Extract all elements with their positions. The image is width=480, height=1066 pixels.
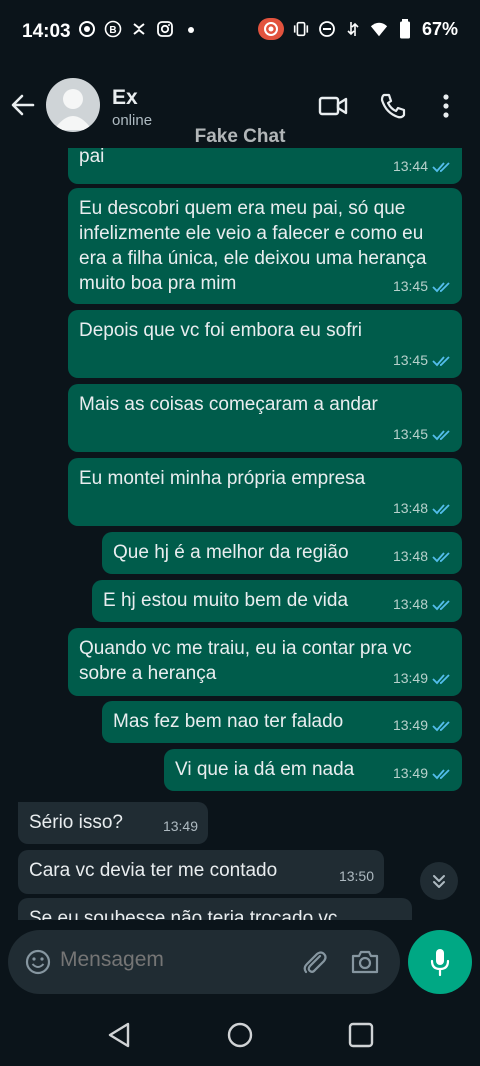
compose-bar [0, 920, 480, 1006]
back-arrow-icon[interactable] [8, 90, 38, 120]
message-time: 13:49 [392, 717, 428, 733]
double-chevron-down-icon [433, 875, 445, 888]
status-time: 14:03 [22, 21, 71, 42]
nav-recents-icon[interactable] [346, 1020, 376, 1050]
read-ticks-icon [432, 768, 450, 779]
screen-record-icon [257, 18, 284, 40]
message-bubble-outgoing[interactable]: Quando vc me traiu, eu ia contar pra vc … [68, 628, 462, 696]
message-bubble-outgoing[interactable]: Eu descobri quem era meu pai, só que inf… [68, 188, 462, 304]
message-bubble-outgoing[interactable]: Mais as coisas começaram a andar 13:45 [68, 384, 462, 452]
message-bubble-incoming[interactable]: Cara vc devia ter me contado 13:50 [18, 850, 384, 894]
message-text: Mas fez bem nao ter falado [113, 711, 344, 732]
message-time: 13:45 [392, 278, 428, 294]
emoji-icon[interactable] [24, 948, 52, 976]
message-time: 13:48 [392, 548, 428, 564]
microphone-icon [430, 949, 450, 977]
message-text: Se eu soubesse não teria trocado vc [29, 908, 338, 920]
do-not-disturb-icon [318, 20, 336, 38]
watermark-text: Fake Chat [194, 126, 286, 147]
phone-call-icon[interactable] [378, 92, 408, 120]
message-time: 13:49 [392, 670, 428, 686]
status-bar: 14:03 B 67% [0, 0, 480, 64]
message-text: Que hj é a melhor da região [113, 542, 349, 563]
nav-home-icon[interactable] [225, 1020, 255, 1050]
message-bubble-outgoing[interactable]: Que hj é a melhor da região 13:48 [102, 532, 462, 574]
message-text: Mais as coisas começaram a andar [79, 394, 378, 415]
svg-text:B: B [109, 25, 116, 36]
scroll-to-bottom-button[interactable] [420, 862, 458, 900]
read-ticks-icon [432, 551, 450, 562]
message-time: 13:48 [392, 596, 428, 612]
message-text: Vi que ia dá em nada [175, 759, 355, 780]
message-bubble-outgoing[interactable]: E hj estou muito bem de vida 13:48 [92, 580, 462, 622]
message-time: 13:45 [392, 426, 428, 442]
message-text: Eu montei minha própria empresa [79, 468, 366, 489]
message-bubble-incoming[interactable]: Se eu soubesse não teria trocado vc [18, 898, 412, 920]
read-ticks-icon [432, 720, 450, 731]
message-time: 13:45 [392, 352, 428, 368]
read-ticks-icon [432, 281, 450, 292]
data-transfer-icon [344, 20, 362, 38]
b-badge-icon: B [104, 20, 122, 38]
message-bubble-outgoing[interactable]: pai 13:44 [68, 148, 462, 184]
read-ticks-icon [432, 599, 450, 610]
read-ticks-icon [432, 161, 450, 172]
system-nav-bar [0, 1006, 480, 1066]
message-time: 13:50 [338, 868, 374, 884]
message-input-container[interactable] [8, 930, 400, 994]
contact-name[interactable]: Ex [112, 86, 138, 110]
message-text: Eu descobri quem era meu pai, só que inf… [79, 198, 427, 294]
battery-icon [396, 19, 414, 39]
camera-icon[interactable] [350, 948, 380, 976]
message-bubble-outgoing[interactable]: Eu montei minha própria empresa 13:48 [68, 458, 462, 526]
chat-area[interactable]: pai 13:44 Eu descobri quem era meu pai, … [0, 148, 480, 920]
notification-dot-icon [182, 20, 200, 38]
app-icon [130, 20, 148, 38]
paperclip-icon[interactable] [300, 948, 328, 976]
message-text: Cara vc devia ter me contado [29, 860, 278, 881]
vibrate-icon [292, 20, 310, 38]
message-bubble-outgoing[interactable]: Depois que vc foi embora eu sofri 13:45 [68, 310, 462, 378]
message-bubble-outgoing[interactable]: Mas fez bem nao ter falado 13:49 [102, 701, 462, 743]
read-ticks-icon [432, 355, 450, 366]
message-text: Depois que vc foi embora eu sofri [79, 320, 363, 341]
nav-back-icon[interactable] [104, 1020, 134, 1050]
message-time: 13:44 [392, 158, 428, 174]
message-bubble-outgoing[interactable]: Vi que ia dá em nada 13:49 [164, 749, 462, 791]
microphone-button[interactable] [408, 930, 472, 994]
battery-percent: 67% [421, 18, 458, 39]
avatar[interactable] [46, 78, 100, 132]
read-ticks-icon [432, 503, 450, 514]
message-bubble-incoming[interactable]: Sério isso? 13:49 [18, 802, 208, 844]
wifi-icon [370, 20, 388, 38]
more-options-icon[interactable] [436, 92, 456, 120]
read-ticks-icon [432, 429, 450, 440]
message-time: 13:49 [392, 765, 428, 781]
message-text: E hj estou muito bem de vida [103, 590, 349, 611]
read-ticks-icon [432, 673, 450, 684]
record-dot-icon [78, 20, 96, 38]
instagram-icon [156, 20, 174, 38]
video-call-icon[interactable] [318, 92, 348, 120]
message-input[interactable] [60, 948, 280, 972]
message-time: 13:48 [392, 500, 428, 516]
message-time: 13:49 [162, 818, 198, 834]
